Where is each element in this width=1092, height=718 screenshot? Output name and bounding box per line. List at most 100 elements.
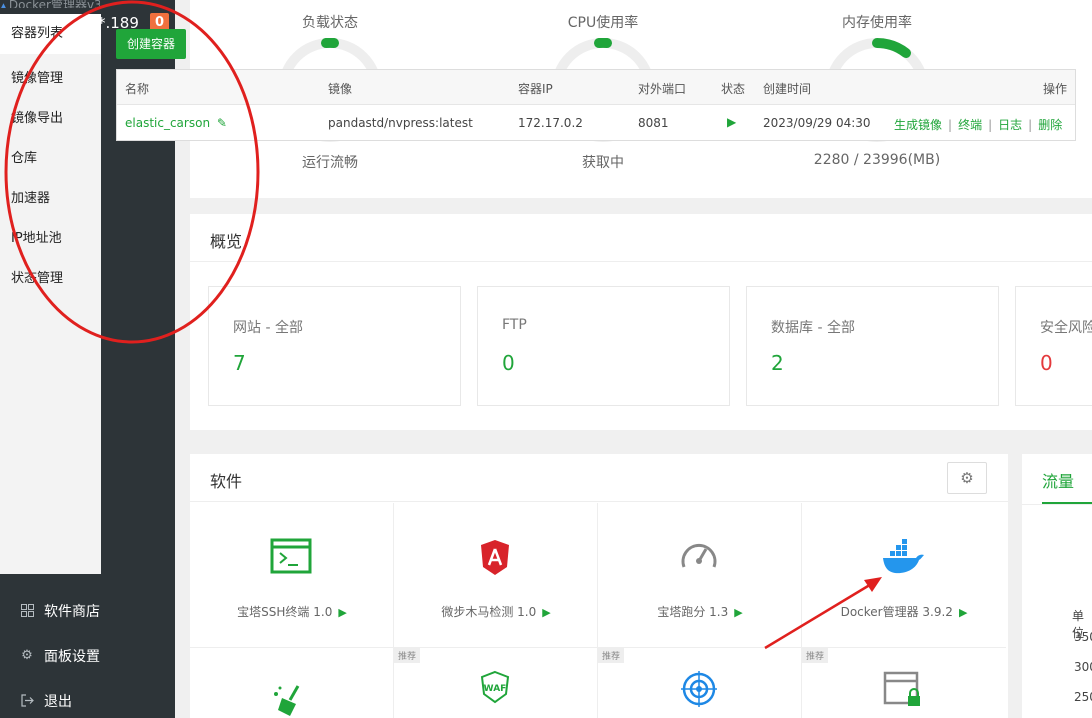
status-title: 内存使用率 <box>842 15 912 31</box>
table-header: 名称 镜像 容器IP 对外端口 状态 创建时间 操作 <box>117 70 1075 105</box>
speedometer-icon <box>681 544 717 568</box>
play-icon[interactable]: ▶ <box>542 606 550 619</box>
col-image: 镜像 <box>328 82 353 96</box>
status-title: CPU使用率 <box>567 15 639 31</box>
software-item-site-lock[interactable]: 推荐 <box>802 648 1006 718</box>
container-name-link[interactable]: elastic_carson <box>125 116 210 130</box>
memory-footer: 2280 / 23996(MB) <box>813 152 941 168</box>
card-label: FTP <box>502 317 527 333</box>
broom-icon <box>274 685 300 716</box>
software-item-docker[interactable]: Docker管理器 3.9.2 ▶ <box>802 503 1006 648</box>
card-value: 0 <box>502 351 515 375</box>
container-ip: 172.17.0.2 <box>518 116 583 130</box>
generate-image-link[interactable]: 生成镜像 <box>894 118 942 132</box>
container-image: pandastd/nvpress:latest <box>328 116 473 130</box>
card-value: 7 <box>233 351 246 375</box>
container-created: 2023/09/29 04:30 <box>763 116 871 130</box>
software-header: 软件 ⚙ <box>190 454 1008 502</box>
sidebar-item-label: 软件商店 <box>44 604 100 620</box>
col-ip: 容器IP <box>518 82 553 96</box>
traffic-panel: 流量 单位 350 300 250 <box>1022 454 1092 718</box>
docker-whale-icon <box>883 539 924 574</box>
menu-item-status-management[interactable]: 状态管理 <box>11 267 63 286</box>
card-label: 安全风险 <box>1040 320 1092 336</box>
overview-header: 概览 <box>190 214 1092 262</box>
terminal-link[interactable]: 终端 <box>958 118 982 132</box>
load-footer: 运行流畅 <box>302 155 358 171</box>
play-icon[interactable]: ▶ <box>734 606 742 619</box>
software-name: Docker管理器 3.9.2 ▶ <box>840 605 968 619</box>
col-actions: 操作 <box>1043 82 1068 96</box>
sidebar-item-panel-settings[interactable]: ⚙ 面板设置 <box>0 634 175 678</box>
menu-item-container-list[interactable]: 容器列表 <box>0 14 101 54</box>
software-item-network[interactable]: 推荐 <box>598 648 802 718</box>
software-item-trojan[interactable]: 微步木马检测 1.0 ▶ <box>394 503 598 648</box>
software-panel: 软件 ⚙ 宝塔SSH终端 1.0 ▶ 微步木马检测 1.0 ▶ 宝塔跑分 1.3 ▶ … <box>190 454 1008 718</box>
delete-link[interactable]: 删除 <box>1038 118 1062 132</box>
overview-card-sites[interactable]: 网站 - 全部 7 <box>208 286 461 406</box>
container-actions: 生成镜像 | 终端 | 日志 | 删除 <box>894 116 1062 133</box>
col-port: 对外端口 <box>638 82 687 96</box>
overview-card-database[interactable]: 数据库 - 全部 2 <box>746 286 999 406</box>
svg-text:WAF: WAF <box>484 684 507 694</box>
recommend-tag: 推荐 <box>598 648 625 663</box>
browser-lock-icon <box>883 671 920 706</box>
docker-menu: 容器列表 镜像管理 镜像导出 仓库 加速器 IP地址池 状态管理 <box>0 14 101 574</box>
software-name: 宝塔跑分 1.3 ▶ <box>657 605 743 619</box>
shield-icon <box>481 540 509 575</box>
menu-item-image-export[interactable]: 镜像导出 <box>11 107 63 126</box>
play-icon[interactable]: ▶ <box>338 606 346 619</box>
axis-tick: 300 <box>1074 660 1092 674</box>
log-link[interactable]: 日志 <box>998 118 1022 132</box>
waf-icon: WAF <box>480 670 510 704</box>
edit-icon[interactable]: ✎ <box>217 116 227 130</box>
recommend-tag: 推荐 <box>394 648 421 663</box>
card-value: 2 <box>771 351 784 375</box>
play-icon[interactable]: ▶ <box>959 606 967 619</box>
software-item-benchmark[interactable]: 宝塔跑分 1.3 ▶ <box>598 503 802 648</box>
target-icon <box>681 671 717 707</box>
sidebar-item-label: 退出 <box>44 694 72 710</box>
axis-tick: 250 <box>1074 690 1092 704</box>
menu-item-repository[interactable]: 仓库 <box>11 147 37 166</box>
separator: | <box>988 118 993 132</box>
software-item-ssh[interactable]: 宝塔SSH终端 1.0 ▶ <box>190 503 394 648</box>
card-value: 0 <box>1040 351 1053 375</box>
sidebar-item-label: 面板设置 <box>44 649 100 665</box>
recommend-tag: 推荐 <box>802 648 829 663</box>
container-name-cell: elastic_carson ✎ <box>125 116 227 130</box>
software-name: 宝塔SSH终端 1.0 ▶ <box>237 605 347 619</box>
overview-card-ftp[interactable]: FTP 0 <box>477 286 730 406</box>
create-container-button[interactable]: 创建容器 <box>116 29 186 59</box>
software-title: 软件 <box>210 472 243 491</box>
col-status: 状态 <box>721 82 746 96</box>
gear-icon: ⚙ <box>21 648 33 663</box>
axis-tick: 350 <box>1074 630 1092 644</box>
software-item-cleaner[interactable] <box>190 648 394 718</box>
cpu-footer: 获取中 <box>582 155 624 171</box>
overview-title: 概览 <box>210 232 243 251</box>
separator: | <box>1028 118 1033 132</box>
menu-item-accelerator[interactable]: 加速器 <box>11 187 50 206</box>
sidebar-item-logout[interactable]: 退出 <box>0 679 175 718</box>
grid-icon <box>20 604 34 618</box>
col-name: 名称 <box>125 82 150 96</box>
container-port-link[interactable]: 8081 <box>638 116 669 130</box>
menu-item-ip-pool[interactable]: IP地址池 <box>11 227 62 246</box>
docker-manager-title: ▲Docker管理器v3.9.2 <box>0 0 100 8</box>
running-play-icon[interactable]: ▶ <box>727 115 736 129</box>
software-item-waf[interactable]: 推荐 WAF <box>394 648 598 718</box>
container-table: 名称 镜像 容器IP 对外端口 状态 创建时间 操作 elastic_carso… <box>116 69 1076 141</box>
separator: | <box>948 118 953 132</box>
card-label: 网站 - 全部 <box>233 320 303 336</box>
overview-panel: 概览 网站 - 全部 7 FTP 0 数据库 - 全部 2 安全风险 0 <box>190 214 1092 430</box>
menu-item-image-management[interactable]: 镜像管理 <box>11 67 63 86</box>
software-settings-button[interactable]: ⚙ <box>947 462 987 494</box>
overview-card-security[interactable]: 安全风险 0 <box>1015 286 1092 406</box>
logout-icon <box>20 694 34 708</box>
sidebar-item-software-store[interactable]: 软件商店 <box>0 589 175 633</box>
card-label: 数据库 - 全部 <box>771 320 855 336</box>
software-name: 微步木马检测 1.0 ▶ <box>441 605 551 619</box>
divider <box>1022 504 1092 505</box>
tab-traffic[interactable]: 流量 <box>1042 468 1074 492</box>
